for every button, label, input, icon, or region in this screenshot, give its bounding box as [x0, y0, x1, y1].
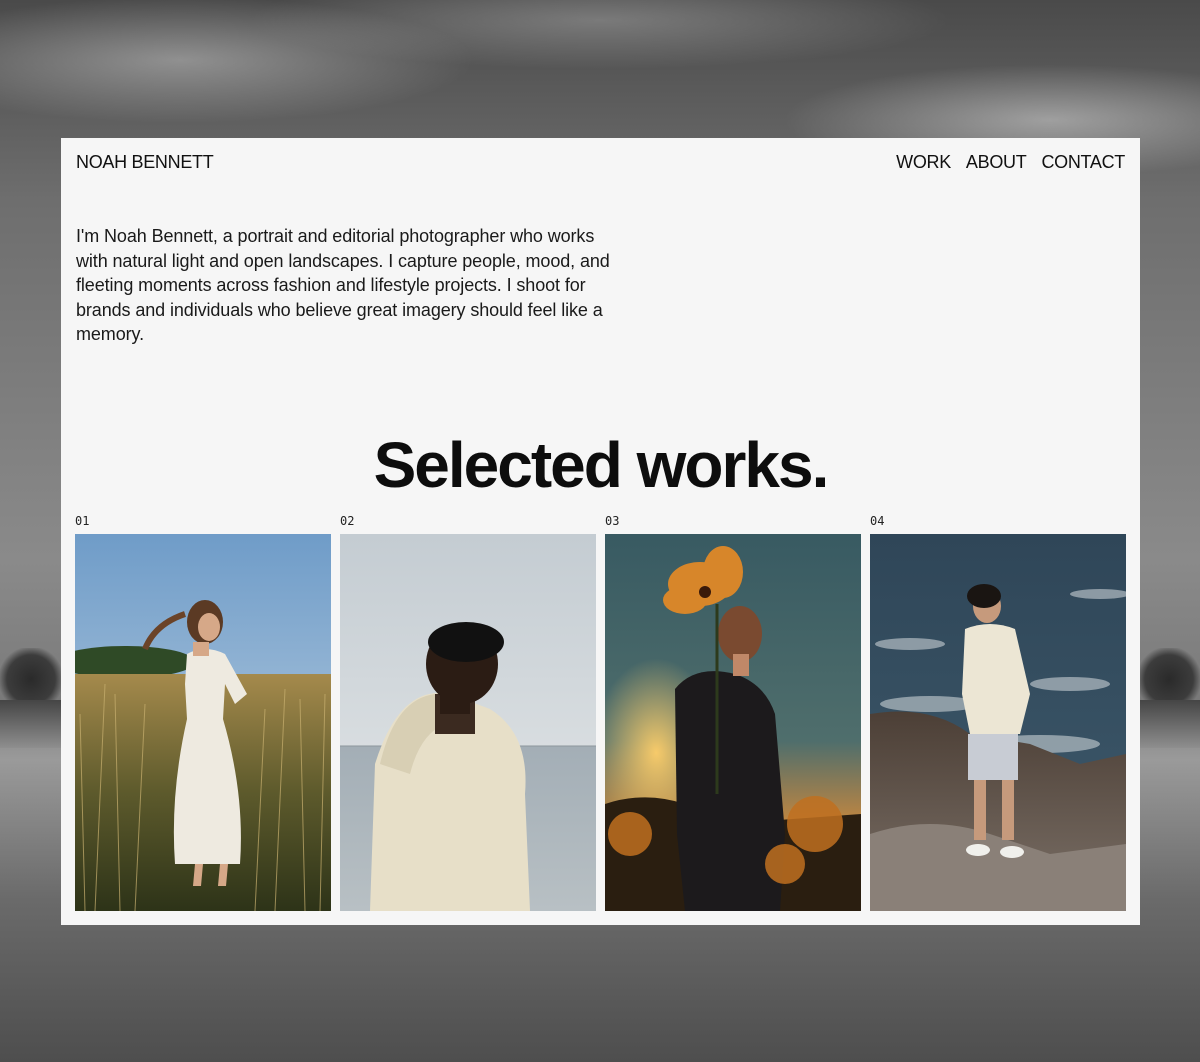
man-on-rocks-image [870, 534, 1126, 911]
nav-link-work[interactable]: WORK [896, 152, 951, 173]
main-nav: WORK ABOUT CONTACT [896, 152, 1125, 173]
work-number: 01 [75, 514, 90, 528]
background-shore-right [1138, 700, 1200, 748]
site-logo-text[interactable]: NOAH BENNETT [76, 152, 214, 173]
works-grid: 01 02 03 04 [75, 514, 1126, 911]
website-card: NOAH BENNETT WORK ABOUT CONTACT I'm Noah… [61, 138, 1140, 925]
background-trees-left [0, 648, 62, 700]
work-item-03[interactable]: 03 [605, 514, 861, 911]
work-number: 02 [340, 514, 355, 528]
work-item-01[interactable]: 01 [75, 514, 331, 911]
work-item-04[interactable]: 04 [870, 514, 1126, 911]
work-photo-01[interactable] [75, 534, 331, 911]
work-photo-02[interactable] [340, 534, 596, 911]
woman-with-poppy-image [605, 534, 861, 911]
nav-link-contact[interactable]: CONTACT [1041, 152, 1125, 173]
work-item-02[interactable]: 02 [340, 514, 596, 911]
intro-paragraph: I'm Noah Bennett, a portrait and editori… [76, 226, 610, 345]
woman-in-meadow-image [75, 534, 331, 911]
work-photo-03[interactable] [605, 534, 861, 911]
nav-link-about[interactable]: ABOUT [966, 152, 1027, 173]
work-number: 04 [870, 514, 885, 528]
work-number: 03 [605, 514, 620, 528]
work-photo-04[interactable] [870, 534, 1126, 911]
man-by-sea-image [340, 534, 596, 911]
section-heading: Selected works. [373, 429, 830, 501]
background-trees-right [1138, 648, 1200, 700]
background-shore-left [0, 700, 62, 748]
